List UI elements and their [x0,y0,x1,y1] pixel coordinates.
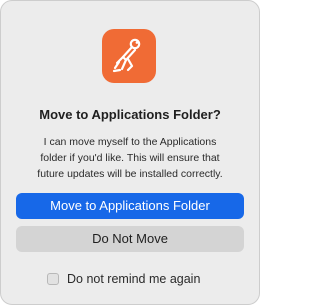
do-not-move-button[interactable]: Do Not Move [16,226,244,252]
postman-astronaut-icon [112,38,141,73]
message-line: future updates will be installed correct… [37,168,223,180]
remind-checkbox[interactable] [47,273,59,285]
postman-app-icon [102,29,156,83]
message-line: folder if you'd like. This will ensure t… [40,152,220,164]
dialog-message: I can move myself to the Applications fo… [15,134,245,182]
remind-checkbox-label[interactable]: Do not remind me again [67,272,200,286]
dialog-title: Move to Applications Folder? [39,107,221,122]
move-to-applications-button[interactable]: Move to Applications Folder [16,193,244,219]
move-to-applications-dialog: Move to Applications Folder? I can move … [0,0,260,305]
message-line: I can move myself to the Applications [43,136,217,148]
remind-checkbox-row[interactable]: Do not remind me again [47,271,200,287]
